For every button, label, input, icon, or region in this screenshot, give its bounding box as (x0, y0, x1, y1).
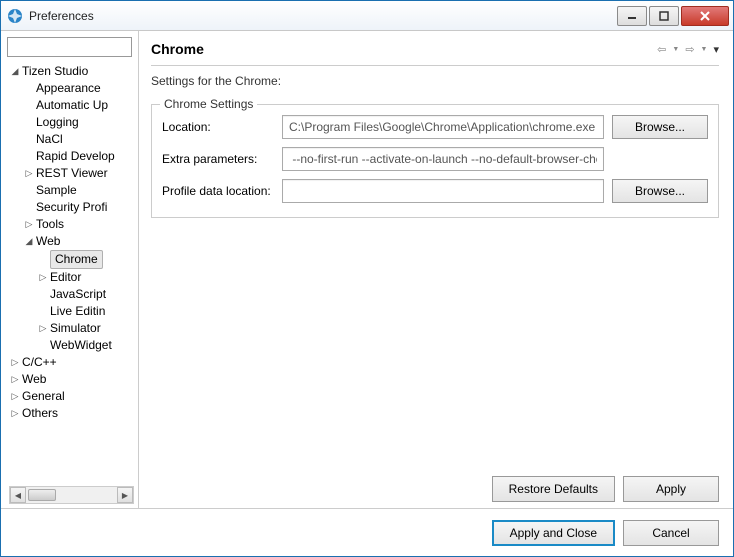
footer: Apply and Close Cancel (1, 508, 733, 556)
nav-icons: ⇦ ▼ ⇨ ▼ ▾ (657, 43, 719, 56)
maximize-button[interactable] (649, 6, 679, 26)
caret-right-icon: ▷ (9, 357, 21, 369)
page-subheading: Settings for the Chrome: (151, 74, 719, 88)
tree-item-tizen-studio[interactable]: ◢ Tizen Studio (7, 63, 138, 80)
app-icon (7, 8, 23, 24)
caret-right-icon: ▷ (9, 391, 21, 403)
apply-row: Restore Defaults Apply (151, 476, 719, 502)
tree-item-rest-viewer[interactable]: ▷REST Viewer (21, 165, 138, 182)
label-profile-data: Profile data location: (162, 184, 282, 198)
tree-item-others[interactable]: ▷Others (7, 405, 138, 422)
input-location[interactable] (282, 115, 604, 139)
scroll-left-icon[interactable]: ◀ (10, 487, 26, 503)
window-controls (615, 6, 729, 26)
window-title: Preferences (29, 9, 615, 23)
chrome-settings-group: Chrome Settings Location: Browse... Extr… (151, 104, 719, 218)
apply-and-close-button[interactable]: Apply and Close (492, 520, 615, 546)
sidebar: ◢ Tizen Studio Appearance Automatic Up L… (1, 31, 139, 508)
caret-right-icon: ▷ (9, 374, 21, 386)
tree-item-general[interactable]: ▷General (7, 388, 138, 405)
row-extra-params: Extra parameters: (162, 147, 708, 171)
close-button[interactable] (681, 6, 729, 26)
caret-down-icon: ◢ (9, 66, 21, 78)
tree-item-web-root[interactable]: ▷Web (7, 371, 138, 388)
filter-input[interactable] (7, 37, 132, 57)
group-title: Chrome Settings (160, 97, 257, 111)
caret-right-icon: ▷ (37, 323, 49, 335)
caret-right-icon: ▷ (37, 272, 49, 284)
nav-forward-icon[interactable]: ⇨ (685, 43, 694, 56)
tree-item-javascript[interactable]: JavaScript (35, 286, 138, 303)
tree-item-web[interactable]: ◢Web (21, 233, 138, 250)
scroll-thumb[interactable] (28, 489, 56, 501)
nav-back-icon[interactable]: ⇦ (657, 43, 666, 56)
tree-item-rapid-develop[interactable]: Rapid Develop (21, 148, 138, 165)
caret-right-icon: ▷ (23, 168, 35, 180)
tree-item-appearance[interactable]: Appearance (21, 80, 138, 97)
row-profile-data: Profile data location: Browse... (162, 179, 708, 203)
browse-location-button[interactable]: Browse... (612, 115, 708, 139)
main-panel: Chrome ⇦ ▼ ⇨ ▼ ▾ Settings for the Chrome… (139, 31, 733, 508)
filter-box (7, 37, 132, 57)
tree-item-logging[interactable]: Logging (21, 114, 138, 131)
caret-right-icon: ▷ (23, 219, 35, 231)
tree-item-chrome[interactable]: Chrome (35, 250, 138, 269)
tree-item-tools[interactable]: ▷Tools (21, 216, 138, 233)
label-location: Location: (162, 120, 282, 134)
content-area: ◢ Tizen Studio Appearance Automatic Up L… (1, 31, 733, 508)
dropdown-icon[interactable]: ▼ (672, 46, 679, 53)
apply-button[interactable]: Apply (623, 476, 719, 502)
cancel-button[interactable]: Cancel (623, 520, 719, 546)
caret-right-icon: ▷ (9, 408, 21, 420)
sidebar-horizontal-scrollbar[interactable]: ◀ ▶ (9, 486, 134, 504)
restore-defaults-button[interactable]: Restore Defaults (492, 476, 615, 502)
tree-item-automatic-update[interactable]: Automatic Up (21, 97, 138, 114)
tree-item-security-profiles[interactable]: Security Profi (21, 199, 138, 216)
scroll-right-icon[interactable]: ▶ (117, 487, 133, 503)
tree-item-sample[interactable]: Sample (21, 182, 138, 199)
title-bar: Preferences (1, 1, 733, 31)
minimize-button[interactable] (617, 6, 647, 26)
row-location: Location: Browse... (162, 115, 708, 139)
tree-item-nacl[interactable]: NaCl (21, 131, 138, 148)
input-profile-data[interactable] (282, 179, 604, 203)
heading-row: Chrome ⇦ ▼ ⇨ ▼ ▾ (151, 41, 719, 66)
menu-dropdown-icon[interactable]: ▾ (713, 43, 719, 56)
dropdown-icon[interactable]: ▼ (701, 46, 708, 53)
tree-item-simulator[interactable]: ▷Simulator (35, 320, 138, 337)
tree-item-webwidget[interactable]: WebWidget (35, 337, 138, 354)
input-extra-params[interactable] (282, 147, 604, 171)
preference-tree: ◢ Tizen Studio Appearance Automatic Up L… (5, 63, 138, 484)
browse-profile-button[interactable]: Browse... (612, 179, 708, 203)
label-extra-params: Extra parameters: (162, 152, 282, 166)
tree-item-editor[interactable]: ▷Editor (35, 269, 138, 286)
tree-item-ccpp[interactable]: ▷C/C++ (7, 354, 138, 371)
caret-down-icon: ◢ (23, 236, 35, 248)
page-title: Chrome (151, 41, 657, 57)
tree-item-live-editing[interactable]: Live Editin (35, 303, 138, 320)
